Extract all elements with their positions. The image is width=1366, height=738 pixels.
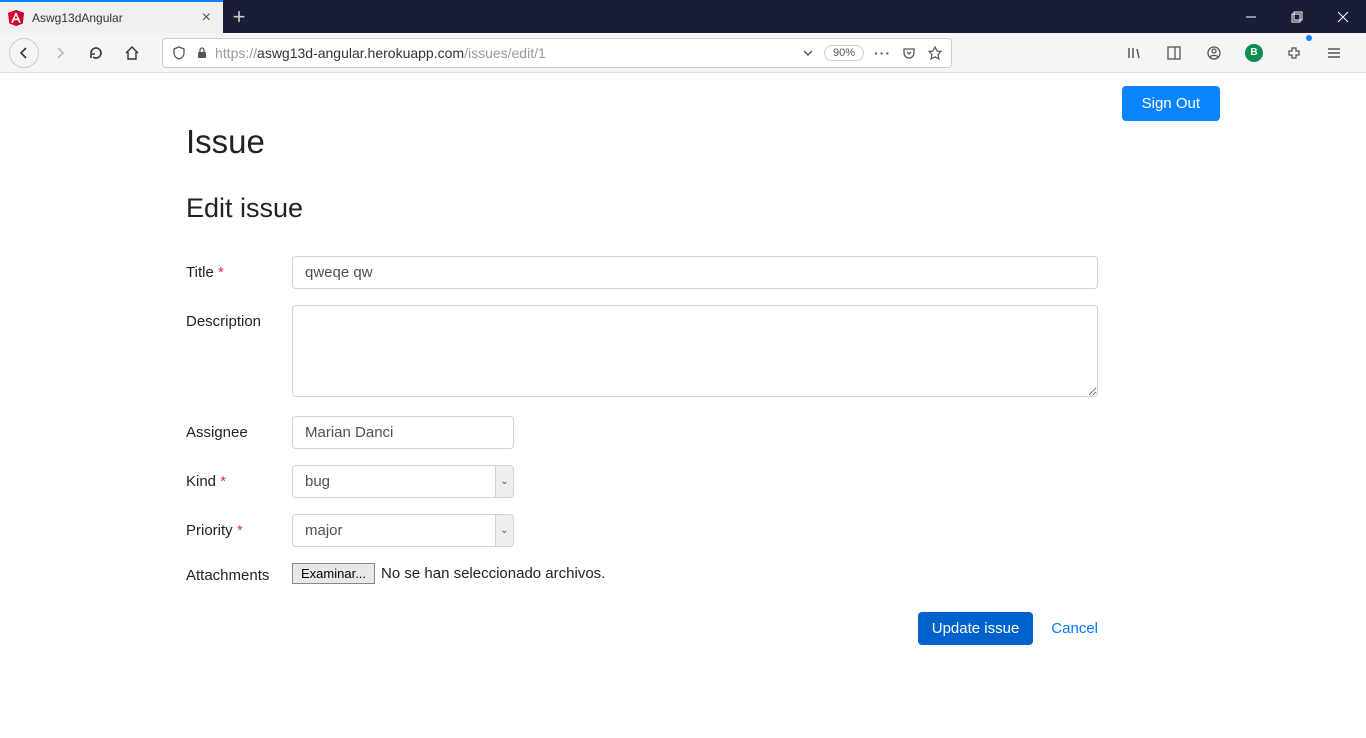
page-actions-icon[interactable]: ··· [874, 45, 891, 61]
url-bar[interactable]: https://aswg13d-angular.herokuapp.com/is… [162, 38, 952, 68]
priority-label: Priority * [186, 514, 292, 539]
page-title: Issue [186, 123, 1098, 161]
description-textarea[interactable] [292, 305, 1098, 397]
file-status-text: No se han seleccionado archivos. [381, 565, 605, 582]
addons-icon[interactable] [1278, 37, 1310, 69]
bookmark-star-icon[interactable] [927, 45, 943, 61]
chevron-down-icon: ⌄ [495, 466, 513, 497]
chevron-down-icon: ⌄ [495, 515, 513, 546]
reload-button[interactable] [80, 37, 112, 69]
assignee-label: Assignee [186, 416, 292, 441]
assignee-input[interactable] [292, 416, 514, 449]
priority-select[interactable]: major ⌄ [292, 514, 514, 547]
update-issue-button[interactable]: Update issue [918, 612, 1034, 645]
extension-badge[interactable]: B [1238, 37, 1270, 69]
tab-close-icon[interactable]: × [198, 9, 215, 27]
window-controls [1228, 0, 1366, 33]
new-tab-button[interactable]: + [223, 0, 255, 33]
library-icon[interactable] [1118, 37, 1150, 69]
browse-file-button[interactable]: Examinar... [292, 563, 375, 584]
page-subtitle: Edit issue [186, 193, 1098, 224]
lock-icon[interactable] [195, 46, 209, 60]
account-icon[interactable] [1198, 37, 1230, 69]
title-label: Title * [186, 256, 292, 281]
kind-label: Kind * [186, 465, 292, 490]
kind-select[interactable]: bug ⌄ [292, 465, 514, 498]
browser-toolbar: https://aswg13d-angular.herokuapp.com/is… [0, 33, 1366, 73]
maximize-icon[interactable] [1274, 0, 1320, 33]
cancel-link[interactable]: Cancel [1051, 620, 1098, 637]
attachments-label: Attachments [186, 563, 292, 584]
shield-icon[interactable] [171, 45, 187, 61]
forward-button [44, 37, 76, 69]
menu-icon[interactable] [1318, 37, 1350, 69]
url-text[interactable]: https://aswg13d-angular.herokuapp.com/is… [215, 45, 796, 61]
minimize-icon[interactable] [1228, 0, 1274, 33]
back-button[interactable] [8, 37, 40, 69]
zoom-badge[interactable]: 90% [824, 45, 864, 61]
tab-title: Aswg13dAngular [32, 11, 190, 25]
browser-titlebar: Aswg13dAngular × + [0, 0, 1366, 33]
description-label: Description [186, 305, 292, 330]
title-input[interactable] [292, 256, 1098, 289]
angular-icon [8, 10, 24, 26]
browser-tab[interactable]: Aswg13dAngular × [0, 0, 223, 33]
sign-out-button[interactable]: Sign Out [1122, 86, 1220, 121]
sidebar-icon[interactable] [1158, 37, 1190, 69]
pocket-icon[interactable] [901, 45, 917, 61]
page-content: Sign Out Issue Edit issue Title * Descri… [0, 73, 1366, 645]
home-button[interactable] [116, 37, 148, 69]
close-icon[interactable] [1320, 0, 1366, 33]
chevron-down-icon[interactable] [802, 47, 814, 59]
